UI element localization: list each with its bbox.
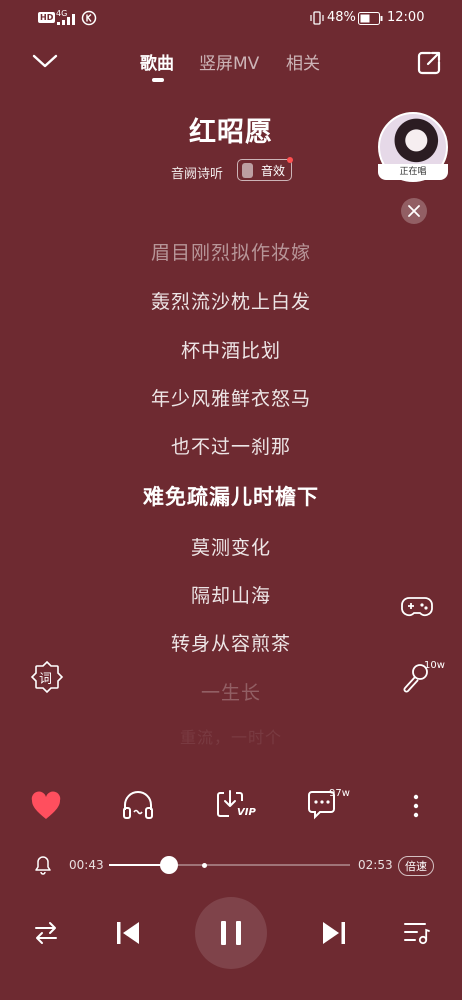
now-singing-label: 正在唱 bbox=[378, 164, 448, 180]
progress-thumb[interactable] bbox=[160, 856, 179, 874]
lyric-line[interactable]: 隔却山海 bbox=[0, 581, 462, 608]
lyric-line[interactable]: 也不过一刹那 bbox=[0, 432, 462, 459]
repeat-icon[interactable] bbox=[33, 920, 59, 946]
total-time: 02:53 bbox=[358, 858, 393, 872]
tab-vertical-mv[interactable]: 竖屏MV bbox=[199, 49, 259, 74]
bell-icon[interactable] bbox=[34, 855, 52, 875]
hd-badge: HD bbox=[38, 12, 56, 23]
heart-icon[interactable] bbox=[30, 791, 62, 821]
vibrate-icon bbox=[310, 11, 324, 25]
lyric-line[interactable]: 莫测变化 bbox=[0, 533, 462, 560]
lyric-badge-label: 词 bbox=[39, 672, 53, 687]
sound-effect-button[interactable]: 音效 bbox=[237, 159, 293, 181]
pause-icon bbox=[221, 921, 241, 945]
play-pause-button[interactable] bbox=[195, 897, 267, 969]
effect-toggle-icon bbox=[242, 162, 253, 178]
comment-button[interactable]: 97w bbox=[307, 788, 350, 824]
sing-count: 10w bbox=[424, 660, 445, 671]
k-app-icon bbox=[81, 10, 97, 26]
game-controller-icon[interactable] bbox=[400, 594, 434, 620]
lyric-line[interactable]: 眉目刚烈拟作妆嫁 bbox=[0, 238, 462, 265]
effect-label: 音效 bbox=[261, 163, 286, 178]
progress-bar[interactable] bbox=[109, 856, 350, 874]
lyric-line[interactable]: 转身从容煎茶 bbox=[0, 629, 462, 656]
battery-percent: 48% bbox=[327, 10, 356, 25]
artist-name[interactable]: 音阙诗听 bbox=[171, 163, 223, 182]
lyric-line[interactable]: 年少风雅鲜衣怒马 bbox=[0, 384, 462, 411]
lyric-line[interactable]: 杯中酒比划 bbox=[0, 336, 462, 363]
tab-related[interactable]: 相关 bbox=[286, 49, 320, 74]
next-track-icon[interactable] bbox=[321, 920, 347, 946]
battery-icon bbox=[358, 12, 383, 25]
progress-marker bbox=[202, 862, 207, 868]
tab-song[interactable]: 歌曲 bbox=[140, 49, 174, 74]
share-icon[interactable] bbox=[416, 50, 442, 76]
signal-icon bbox=[57, 14, 75, 25]
close-icon bbox=[408, 205, 420, 217]
lyric-line[interactable]: 一生长 bbox=[0, 678, 462, 705]
headphones-icon[interactable] bbox=[121, 788, 155, 822]
close-button[interactable] bbox=[401, 198, 427, 224]
notification-dot bbox=[287, 157, 293, 163]
clock: 12:00 bbox=[387, 10, 425, 25]
download-button[interactable]: VIP bbox=[215, 788, 256, 824]
playlist-icon[interactable] bbox=[403, 920, 431, 946]
status-bar: HD 4G 48% 12:00 bbox=[0, 0, 462, 36]
current-lyric-line[interactable]: 难免疏漏儿时檐下 bbox=[0, 481, 462, 511]
chevron-down-icon[interactable] bbox=[32, 53, 58, 69]
previous-track-icon[interactable] bbox=[115, 920, 141, 946]
vip-badge: VIP bbox=[237, 807, 256, 818]
lyric-mode-button[interactable]: 词 bbox=[30, 660, 64, 698]
comment-count: 97w bbox=[329, 788, 350, 799]
lyric-line[interactable]: 重流，一时个 bbox=[0, 724, 462, 748]
more-options-icon[interactable] bbox=[411, 793, 421, 819]
active-tab-indicator bbox=[152, 78, 164, 82]
lyric-line[interactable]: 轰烈流沙枕上白发 bbox=[0, 287, 462, 314]
now-singing-cover[interactable]: 正在唱 bbox=[378, 112, 448, 182]
elapsed-time: 00:43 bbox=[69, 858, 104, 872]
karaoke-button[interactable]: 10w bbox=[400, 660, 445, 698]
playback-speed-button[interactable]: 倍速 bbox=[398, 856, 434, 876]
